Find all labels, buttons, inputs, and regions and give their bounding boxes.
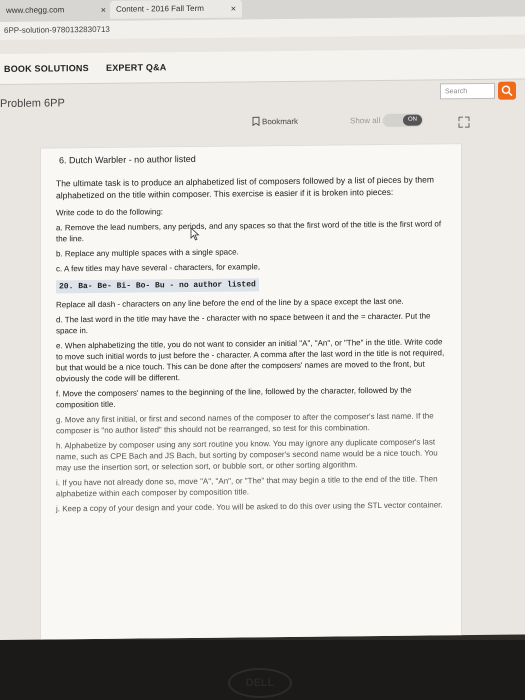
problem-title: Problem 6PP: [0, 97, 65, 110]
step-j: j. Keep a copy of your design and your c…: [56, 500, 443, 514]
step-i: i. If you have not already done so, move…: [56, 474, 438, 499]
step-c: c. A few titles may have several - chara…: [56, 262, 261, 274]
browser-tab-chegg[interactable]: www.chegg.com ×: [0, 1, 112, 20]
tab-label: www.chegg.com: [6, 5, 65, 15]
solution-toolbar: Bookmark Show all steps: ON: [0, 107, 525, 142]
close-icon[interactable]: ×: [231, 0, 236, 18]
question-card: 6. Dutch Warbler - no author listed The …: [40, 143, 462, 640]
question-heading: 6. Dutch Warbler - no author listed: [59, 153, 196, 166]
question-intro: The ultimate task is to produce an alpha…: [56, 174, 434, 200]
monitor-screen: www.chegg.com × Content - 2016 Fall Term…: [0, 0, 525, 640]
tab-label: Content - 2016 Fall Term: [116, 3, 204, 14]
code-example: 20. Ba- Be- Bi- Bo- Bu - no author liste…: [56, 278, 259, 294]
step-f: f. Move the composers' names to the begi…: [56, 385, 412, 410]
step-e: e. When alphabetizing the title, you do …: [56, 337, 445, 384]
nav-expert-qa[interactable]: EXPERT Q&A: [106, 62, 167, 73]
site-nav: BOOK SOLUTIONS EXPERT Q&A: [0, 48, 525, 85]
browser-tab-content[interactable]: Content - 2016 Fall Term ×: [110, 0, 242, 19]
mouse-cursor-icon: [190, 227, 200, 241]
toggle-state: ON: [403, 114, 422, 126]
close-icon[interactable]: ×: [101, 1, 106, 19]
step-c-continued: Replace all dash - characters on any lin…: [56, 296, 404, 310]
search-button[interactable]: [498, 81, 516, 100]
bookmark-icon: [252, 116, 260, 127]
show-all-steps-toggle[interactable]: ON: [383, 113, 423, 127]
search-placeholder: Search: [445, 88, 468, 96]
question-write-code: Write code to do the following:: [56, 207, 164, 218]
bookmark-button[interactable]: Bookmark: [252, 116, 299, 127]
step-d: d. The last word in the title may have t…: [56, 311, 431, 336]
step-h: h. Alphabetize by composer using any sor…: [56, 437, 438, 473]
search-icon: [501, 85, 513, 97]
step-b: b. Replace any multiple spaces with a si…: [56, 247, 239, 259]
monitor-logo: DELL: [228, 668, 292, 698]
expand-icon[interactable]: [458, 115, 470, 133]
question-body: The ultimate task is to produce an alpha…: [56, 174, 446, 518]
url-text: 6PP-solution-9780132830713: [4, 24, 110, 35]
nav-book-solutions[interactable]: BOOK SOLUTIONS: [4, 63, 89, 74]
step-g: g. Move any first initial, or first and …: [56, 411, 434, 436]
search-input[interactable]: Search: [440, 82, 495, 100]
step-a: a. Remove the lead numbers, any periods,…: [56, 219, 442, 244]
bookmark-label: Bookmark: [262, 116, 299, 127]
